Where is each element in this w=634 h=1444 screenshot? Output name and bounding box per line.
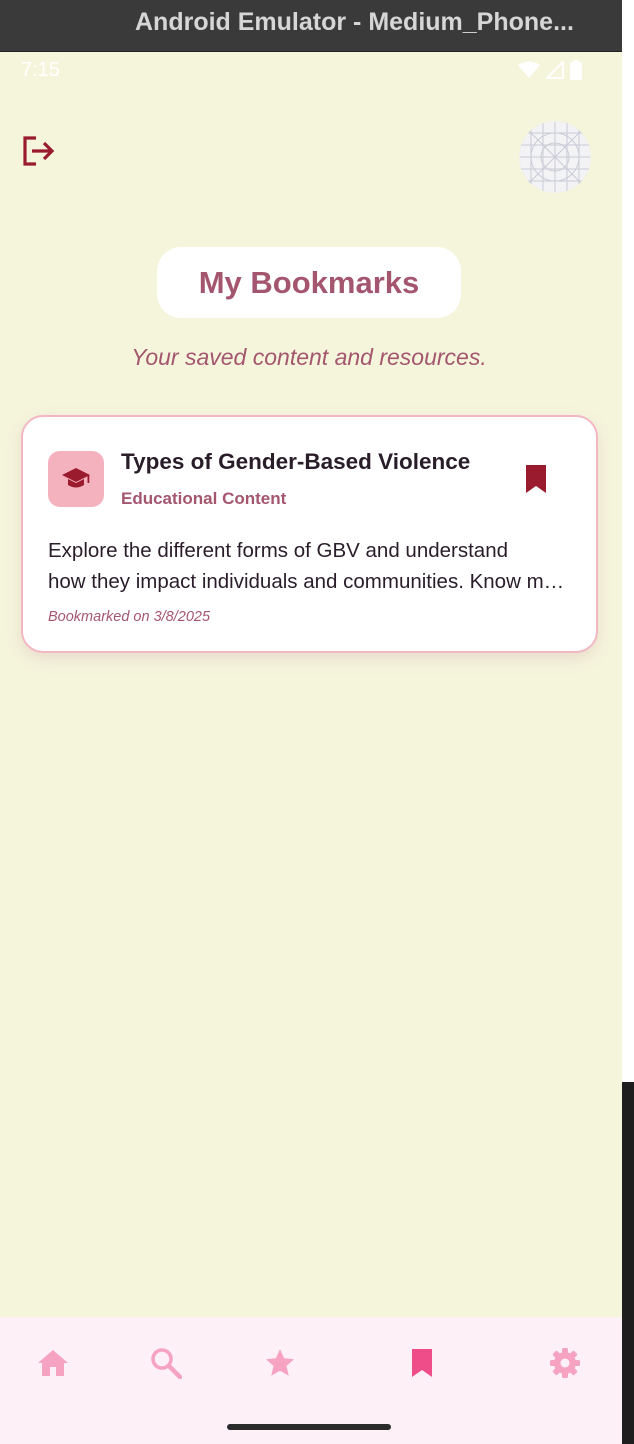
home-icon: [38, 1350, 68, 1376]
profile-avatar[interactable]: [519, 121, 591, 193]
nav-home[interactable]: [31, 1341, 75, 1385]
bookmark-filled-icon: [526, 465, 546, 493]
card-category: Educational Content: [121, 489, 287, 508]
signal-icon: [546, 61, 564, 79]
wifi-icon: [518, 61, 540, 78]
remove-bookmark-button[interactable]: [523, 463, 549, 495]
card-bookmark-date: Bookmarked on 3/8/2025: [48, 609, 211, 625]
battery-icon: [570, 60, 582, 80]
nav-favorites[interactable]: [258, 1341, 302, 1385]
page-subtitle: Your saved content and resources.: [131, 344, 487, 370]
bookmark-card[interactable]: Types of Gender-Based Violence Education…: [21, 415, 598, 653]
desktop-background: [622, 1082, 634, 1444]
status-time: 7:15: [21, 59, 60, 81]
page-title: My Bookmarks: [198, 264, 420, 300]
star-icon: [266, 1349, 294, 1376]
logout-icon: [23, 136, 55, 166]
card-description-line: Explore the different forms of GBV and u…: [48, 539, 508, 562]
card-category-icon: [48, 451, 104, 507]
status-icons: [518, 60, 582, 80]
window-titlebar: Android Emulator - Medium_Phone...: [0, 0, 622, 52]
title-pill: My Bookmarks: [157, 247, 461, 318]
bottom-nav-bar: [0, 1317, 622, 1444]
nav-settings[interactable]: [543, 1341, 587, 1385]
status-bar: 7:15: [0, 52, 622, 88]
graduation-cap-icon: [62, 468, 90, 488]
card-description: Explore the different forms of GBV and u…: [48, 535, 568, 597]
logout-button[interactable]: [20, 133, 56, 169]
avatar-icon: [520, 122, 590, 192]
search-icon: [151, 1348, 182, 1379]
card-description-line: how they impact individuals and communit…: [48, 570, 568, 593]
home-indicator[interactable]: [227, 1424, 391, 1430]
window-edge: [622, 0, 634, 1082]
card-title: Types of Gender-Based Violence: [121, 449, 471, 474]
gear-icon: [550, 1348, 580, 1378]
emulator-window: Android Emulator - Medium_Phone... 7:15: [0, 0, 622, 1444]
bookmark-icon: [412, 1349, 432, 1377]
window-title: Android Emulator - Medium_Phone...: [135, 8, 574, 36]
nav-search[interactable]: [144, 1341, 188, 1385]
nav-bookmarks[interactable]: [400, 1341, 444, 1385]
